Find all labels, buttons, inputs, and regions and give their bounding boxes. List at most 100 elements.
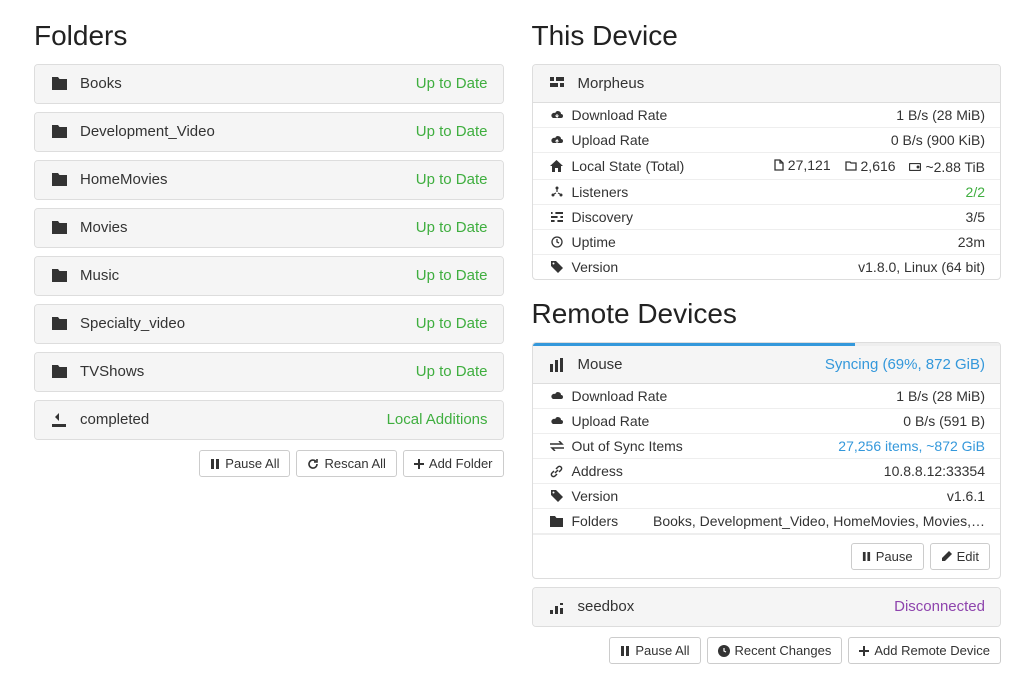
- remote-device-seedbox: seedbox Disconnected: [532, 587, 1002, 627]
- folder-status: Up to Date: [416, 75, 488, 92]
- folder-header[interactable]: MoviesUp to Date: [35, 209, 503, 247]
- listeners-row: Listeners 2/2: [533, 180, 1001, 205]
- folder-name: HomeMovies: [80, 171, 416, 188]
- folder-panel: TVShowsUp to Date: [34, 352, 504, 392]
- plus-icon: [859, 646, 869, 656]
- right-column: This Device Morpheus Download Rate 1 B/s…: [532, 20, 1002, 664]
- folder-panel: MoviesUp to Date: [34, 208, 504, 248]
- exchange-icon: [548, 441, 566, 451]
- rd-version-row: Version v1.6.1: [533, 484, 1001, 509]
- remote-button-row: Pause All Recent Changes Add Remote Devi…: [532, 637, 1002, 664]
- folder-header[interactable]: TVShowsUp to Date: [35, 353, 503, 391]
- folder-name: Specialty_video: [80, 315, 416, 332]
- listeners-value: 2/2: [628, 184, 985, 200]
- folder-icon: [50, 317, 68, 330]
- folder-status: Up to Date: [416, 363, 488, 380]
- version-label: Version: [572, 259, 619, 275]
- remote-device-status: Syncing (69%, 872 GiB): [825, 356, 985, 373]
- download-rate-label: Download Rate: [572, 107, 668, 123]
- out-of-sync-link[interactable]: 27,256 items, ~872 GiB: [683, 438, 985, 454]
- add-folder-button[interactable]: Add Folder: [403, 450, 504, 477]
- folder-header[interactable]: BooksUp to Date: [35, 65, 503, 103]
- clock-icon: [548, 236, 566, 248]
- pause-all-folders-button[interactable]: Pause All: [199, 450, 290, 477]
- this-device-panel: Morpheus Download Rate 1 B/s (28 MiB) Up…: [532, 64, 1002, 280]
- folder-name: Development_Video: [80, 123, 416, 140]
- folder-name: TVShows: [80, 363, 416, 380]
- recent-changes-button[interactable]: Recent Changes: [707, 637, 843, 664]
- folder-panel: BooksUp to Date: [34, 64, 504, 104]
- device-icon: [548, 77, 566, 91]
- folder-name: Music: [80, 267, 416, 284]
- pause-all-devices-button[interactable]: Pause All: [609, 637, 700, 664]
- device-bars-icon: [548, 358, 566, 372]
- discovery-value: 3/5: [633, 209, 985, 225]
- folder-panel: MusicUp to Date: [34, 256, 504, 296]
- remote-device-status: Disconnected: [894, 598, 985, 615]
- remote-devices-heading: Remote Devices: [532, 298, 1002, 330]
- remote-device-header[interactable]: Mouse Syncing (69%, 872 GiB): [533, 346, 1001, 384]
- upload-rate-row: Upload Rate 0 B/s (900 KiB): [533, 128, 1001, 153]
- remote-device-header[interactable]: seedbox Disconnected: [533, 588, 1001, 626]
- rd-out-of-sync-row: Out of Sync Items 27,256 items, ~872 GiB: [533, 434, 1001, 459]
- pause-icon: [210, 459, 220, 469]
- folder-icon: [50, 173, 68, 186]
- cloud-download-icon: [548, 109, 566, 121]
- download-rate-row: Download Rate 1 B/s (28 MiB): [533, 103, 1001, 128]
- cloud-download-icon: [548, 390, 566, 402]
- file-icon: [774, 159, 784, 171]
- tag-icon: [548, 261, 566, 273]
- download-icon: [50, 413, 68, 427]
- folder-header[interactable]: Development_VideoUp to Date: [35, 113, 503, 151]
- folder-status: Up to Date: [416, 171, 488, 188]
- device-disconnected-icon: [548, 600, 566, 614]
- folder-panel: Development_VideoUp to Date: [34, 112, 504, 152]
- download-rate-value: 1 B/s (28 MiB): [667, 107, 985, 123]
- rd-download-rate-row: Download Rate 1 B/s (28 MiB): [533, 384, 1001, 409]
- cloud-upload-icon: [548, 134, 566, 146]
- add-remote-device-button[interactable]: Add Remote Device: [848, 637, 1001, 664]
- cloud-upload-icon: [548, 415, 566, 427]
- tag-icon: [548, 490, 566, 502]
- listeners-icon: [548, 186, 566, 198]
- discovery-icon: [548, 211, 566, 223]
- plus-icon: [414, 459, 424, 469]
- rd-upload-rate-row: Upload Rate 0 B/s (591 B): [533, 409, 1001, 434]
- remote-device-name: seedbox: [578, 598, 895, 615]
- this-device-name: Morpheus: [578, 75, 986, 92]
- pencil-icon: [941, 551, 952, 562]
- version-row: Version v1.8.0, Linux (64 bit): [533, 255, 1001, 279]
- rescan-all-button[interactable]: Rescan All: [296, 450, 396, 477]
- upload-rate-label: Upload Rate: [572, 132, 650, 148]
- local-state-label: Local State (Total): [572, 158, 685, 174]
- rd-address-row: Address 10.8.8.12:33354: [533, 459, 1001, 484]
- uptime-row: Uptime 23m: [533, 230, 1001, 255]
- remote-device-mouse: Mouse Syncing (69%, 872 GiB) Download Ra…: [532, 342, 1002, 579]
- this-device-header[interactable]: Morpheus: [533, 65, 1001, 103]
- remote-device-name: Mouse: [578, 356, 825, 373]
- pause-device-button[interactable]: Pause: [851, 543, 924, 570]
- listeners-label: Listeners: [572, 184, 629, 200]
- folder-header[interactable]: MusicUp to Date: [35, 257, 503, 295]
- rd-folders-row: Folders Books, Development_Video, HomeMo…: [533, 509, 1001, 534]
- folder-status: Up to Date: [416, 123, 488, 140]
- folder-status: Up to Date: [416, 219, 488, 236]
- rescan-all-label: Rescan All: [324, 456, 385, 471]
- folder-icon: [50, 269, 68, 282]
- pause-icon: [862, 552, 871, 561]
- folder-header[interactable]: completedLocal Additions: [35, 401, 503, 439]
- folder-icon: [50, 221, 68, 234]
- folder-header[interactable]: Specialty_videoUp to Date: [35, 305, 503, 343]
- remote-device-buttons: Pause Edit: [533, 534, 1001, 578]
- version-value: v1.8.0, Linux (64 bit): [618, 259, 985, 275]
- pause-all-label: Pause All: [225, 456, 279, 471]
- folder-icon: [548, 516, 566, 527]
- folders-button-row: Pause All Rescan All Add Folder: [34, 450, 504, 477]
- edit-device-button[interactable]: Edit: [930, 543, 990, 570]
- folder-header[interactable]: HomeMoviesUp to Date: [35, 161, 503, 199]
- folder-status: Local Additions: [387, 411, 488, 428]
- folder-name: completed: [80, 411, 387, 428]
- discovery-label: Discovery: [572, 209, 633, 225]
- local-state-row: Local State (Total) 27,121 2,616 ~2.88 T…: [533, 153, 1001, 180]
- hdd-icon: [909, 163, 921, 171]
